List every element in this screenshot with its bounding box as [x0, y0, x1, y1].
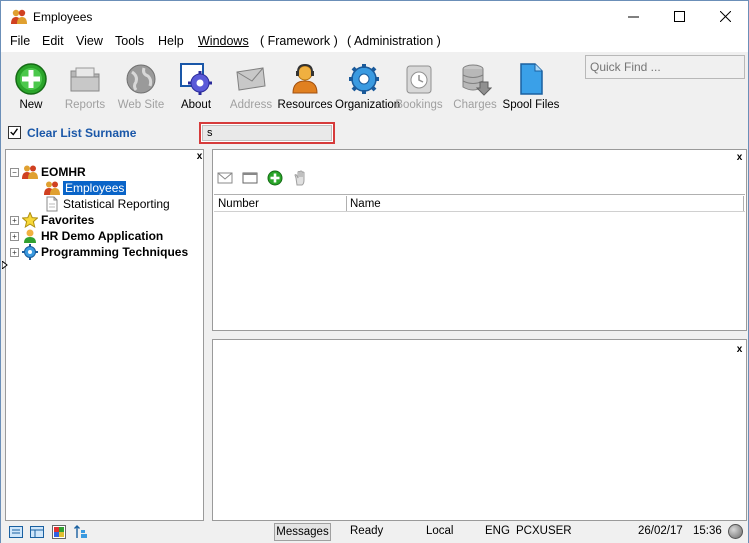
clear-list-label[interactable]: Clear List Surname	[27, 126, 136, 140]
menu-view[interactable]: View	[76, 34, 103, 48]
splitter-handle-icon[interactable]	[2, 261, 8, 269]
reports-button[interactable]: Reports	[56, 62, 114, 111]
window-icon[interactable]	[242, 170, 258, 186]
status-sort-icon[interactable]	[74, 525, 88, 539]
menu-file[interactable]: File	[10, 34, 30, 48]
column-name[interactable]: Name	[350, 198, 381, 210]
envelope-icon	[236, 67, 266, 91]
expand-icon[interactable]: +	[10, 215, 19, 225]
star-icon	[22, 212, 38, 228]
charges-database-icon	[462, 64, 492, 96]
status-state: Ready	[350, 525, 384, 537]
new-button[interactable]: New	[2, 62, 60, 111]
list-header: Number Name	[214, 194, 745, 212]
tree-node-hr-demo[interactable]: + HR Demo Application	[10, 228, 163, 244]
status-grid-icon[interactable]	[30, 525, 44, 539]
status-list-icon[interactable]	[9, 525, 23, 539]
minimize-button[interactable]	[610, 1, 656, 32]
document-icon	[46, 196, 58, 212]
close-button[interactable]	[702, 1, 748, 32]
window-title: Employees	[33, 10, 93, 24]
tree-node-employees[interactable]: Employees	[44, 180, 127, 196]
maximize-button[interactable]	[656, 1, 702, 32]
connection-status-icon	[728, 524, 743, 539]
menu-tools[interactable]: Tools	[115, 34, 144, 48]
organization-button[interactable]: Organization	[335, 62, 400, 111]
surname-search-input[interactable]	[202, 125, 332, 141]
person-icon	[24, 229, 36, 243]
menu-windows[interactable]: Windows	[198, 34, 249, 48]
charges-button[interactable]: Charges	[446, 62, 504, 111]
globe-icon	[126, 64, 156, 94]
expand-icon[interactable]: +	[10, 247, 19, 257]
column-number[interactable]: Number	[218, 198, 259, 210]
menu-bar: File Edit View Tools Help Windows ( Fram…	[1, 32, 748, 52]
status-user: PCXUSER	[516, 525, 572, 537]
surname-search-box	[199, 122, 335, 144]
quick-find-input[interactable]	[585, 55, 745, 79]
about-gear-icon	[180, 63, 212, 95]
tree-node-statistical-reporting[interactable]: Statistical Reporting	[44, 196, 170, 212]
resources-button[interactable]: Resources	[276, 62, 334, 111]
status-bar: Messages Ready Local ENG PCXUSER 26/02/1…	[1, 521, 748, 543]
status-language: ENG	[485, 525, 510, 537]
menu-edit[interactable]: Edit	[42, 34, 64, 48]
employees-app-icon	[11, 9, 27, 24]
employee-list-pane: x Number Name	[212, 149, 747, 331]
messages-button[interactable]: Messages	[274, 523, 331, 541]
reports-folder-icon	[70, 67, 100, 92]
people-icon	[22, 165, 38, 179]
spool-files-button[interactable]: Spool Files	[502, 62, 560, 111]
clear-list-checkbox[interactable]	[8, 126, 21, 139]
tree-node-programming-techniques[interactable]: + Programming Techniques	[10, 244, 188, 260]
title-bar: Employees	[1, 1, 748, 32]
address-button[interactable]: Address	[222, 62, 280, 111]
checkmark-icon	[10, 128, 19, 136]
tree-close-button[interactable]: x	[194, 152, 205, 163]
close-icon	[719, 11, 731, 22]
detail-pane: x	[212, 339, 747, 521]
bookings-clock-icon	[406, 65, 432, 94]
list-close-button[interactable]: x	[734, 153, 745, 164]
website-button[interactable]: Web Site	[112, 62, 170, 111]
add-icon[interactable]	[267, 170, 283, 186]
column-divider[interactable]	[346, 196, 347, 211]
status-location: Local	[426, 525, 454, 537]
tree-node-favorites[interactable]: + Favorites	[10, 212, 94, 228]
collapse-icon[interactable]: −	[10, 167, 19, 177]
status-date: 26/02/17	[638, 525, 683, 537]
navigation-tree: x − EOMHR Employees Statistical Reportin…	[5, 149, 204, 521]
new-icon	[15, 63, 47, 95]
maximize-icon	[673, 11, 685, 22]
filter-bar: Clear List Surname	[1, 118, 748, 148]
list-toolbar	[217, 168, 308, 188]
menu-help[interactable]: Help	[158, 34, 184, 48]
detail-close-button[interactable]: x	[734, 345, 745, 356]
hand-icon[interactable]	[292, 170, 308, 186]
expand-icon[interactable]: +	[10, 231, 19, 241]
main-window: Employees File Edit View Tools Help Wind…	[0, 0, 749, 543]
organization-gear-icon	[349, 64, 379, 94]
about-button[interactable]: About	[167, 62, 225, 111]
status-color-icon[interactable]	[52, 525, 66, 539]
bookings-button[interactable]: Bookings	[390, 62, 448, 111]
spool-file-icon	[520, 63, 543, 95]
column-divider[interactable]	[743, 196, 744, 211]
menu-administration[interactable]: ( Administration )	[347, 34, 441, 48]
status-time: 15:36	[693, 525, 722, 537]
gear-icon	[22, 244, 38, 260]
menu-framework[interactable]: ( Framework )	[260, 34, 338, 48]
resources-person-icon	[292, 63, 318, 94]
employees-icon	[44, 181, 60, 195]
mail-icon[interactable]	[217, 170, 233, 186]
tree-node-eomhr[interactable]: − EOMHR	[10, 164, 86, 180]
minimize-icon	[627, 16, 639, 18]
